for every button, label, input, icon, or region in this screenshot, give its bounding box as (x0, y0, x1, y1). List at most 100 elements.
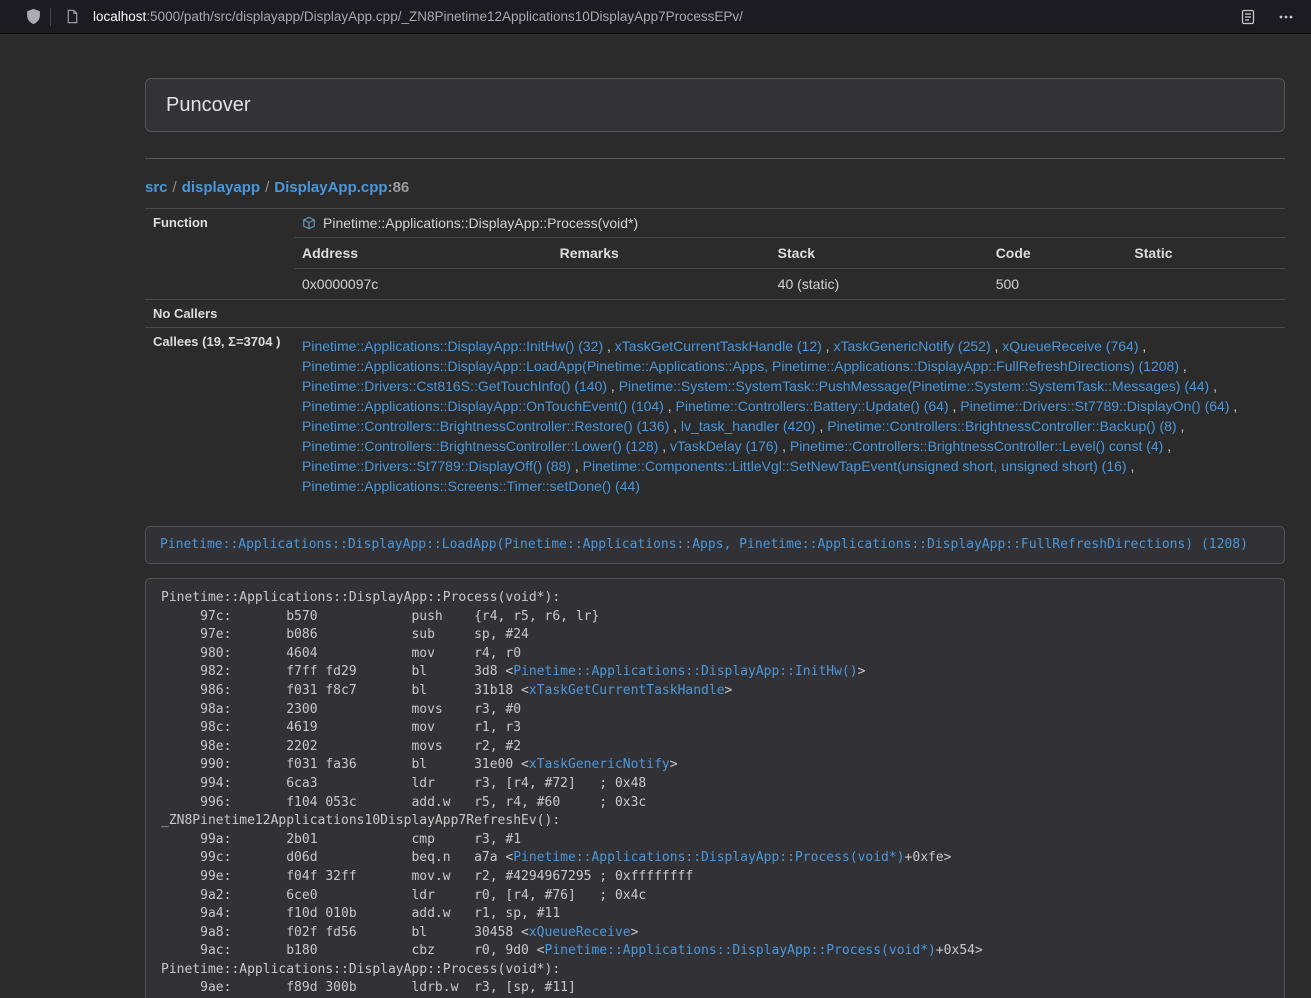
callee-link[interactable]: Pinetime::System::SystemTask::PushMessag… (619, 378, 1210, 394)
asm-text: 97c: b570 push {r4, r5, r6, lr} (161, 609, 599, 624)
symbol-link[interactable]: Pinetime::Applications::DisplayApp::Proc… (513, 850, 904, 865)
breadcrumb-link-file[interactable]: DisplayApp.cpp (274, 179, 387, 196)
callee-link[interactable]: Pinetime::Drivers::St7789::DisplayOn() (… (960, 398, 1229, 414)
callee-link[interactable]: Pinetime::Applications::DisplayApp::Init… (302, 338, 603, 354)
asm-text: > (631, 925, 639, 940)
callee-link[interactable]: Pinetime::Controllers::BrightnessControl… (827, 418, 1176, 434)
symbol-link[interactable]: xTaskGenericNotify (529, 757, 670, 772)
no-callers-label: No Callers (145, 300, 294, 328)
callee-link[interactable]: Pinetime::Controllers::BrightnessControl… (302, 418, 669, 434)
callee-link[interactable]: Pinetime::Components::LittleVgl::SetNewT… (583, 458, 1127, 474)
symbol-link[interactable]: Pinetime::Applications::DisplayApp::Init… (513, 664, 857, 679)
asm-text: > (670, 757, 678, 772)
callees-row: Callees (19, Σ=3704 ) Pinetime::Applicat… (145, 328, 1285, 505)
breadcrumb-link-displayapp[interactable]: displayapp (182, 179, 260, 196)
asm-text: 9ac: b180 cbz r0, 9d0 < (161, 943, 545, 958)
asm-text: 9ae: f89d 300b ldrb.w r3, [sp, #11] (161, 980, 576, 995)
asm-text: 9a2: 6ce0 ldr r0, [r4, #76] ; 0x4c (161, 888, 646, 903)
asm-text: 9a8: f02f fd56 bl 30458 < (161, 925, 529, 940)
url-text: localhost:5000/path/src/displayapp/Displ… (93, 9, 743, 24)
asm-text: 982: f7ff fd29 bl 3d8 < (161, 664, 513, 679)
no-callers-empty-cell (294, 300, 1285, 328)
function-name: Pinetime::Applications::DisplayApp::Proc… (323, 215, 638, 231)
asm-text: _ZN8Pinetime12Applications10DisplayApp7R… (161, 813, 560, 828)
asm-text: +0xfe> (905, 850, 952, 865)
overflow-menu-icon[interactable] (1273, 4, 1299, 30)
stack-value: 40 (static) (770, 269, 988, 300)
asm-text: 980: 4604 mov r4, r0 (161, 646, 521, 661)
symbol-link[interactable]: xTaskGetCurrentTaskHandle (529, 683, 725, 698)
callees-label: Callees (19, Σ=3704 ) (145, 328, 294, 505)
callee-link[interactable]: xQueueReceive (764) (1002, 338, 1138, 354)
asm-text: > (725, 683, 733, 698)
callee-link[interactable]: Pinetime::Controllers::Battery::Update()… (676, 398, 949, 414)
callee-link[interactable]: Pinetime::Drivers::Cst816S::GetTouchInfo… (302, 378, 607, 394)
asm-text: Pinetime::Applications::DisplayApp::Proc… (161, 590, 560, 605)
callee-link[interactable]: vTaskDelay (176) (670, 438, 778, 454)
callees-cell: Pinetime::Applications::DisplayApp::Init… (294, 328, 1285, 505)
browser-chrome: localhost:5000/path/src/displayapp/Displ… (0, 0, 1311, 34)
asm-text: 99e: f04f 32ff mov.w r2, #4294967295 ; 0… (161, 869, 693, 884)
toolbar-right (1235, 4, 1299, 30)
function-table: Function Pinetime::Applications::Display… (145, 208, 1285, 504)
asm-text: 996: f104 053c add.w r5, r4, #60 ; 0x3c (161, 795, 646, 810)
asm-text: 98c: 4619 mov r1, r3 (161, 720, 521, 735)
reader-view-icon[interactable] (1235, 4, 1261, 30)
address-value: 0x0000097c (294, 269, 552, 300)
asm-text: +0x54> (936, 943, 983, 958)
stats-value-row: 0x0000097c 40 (static) 500 (294, 269, 1285, 300)
column-header-remarks: Remarks (552, 238, 770, 269)
tracking-shield-icon[interactable] (20, 4, 46, 30)
symbol-link[interactable]: xQueueReceive (529, 925, 631, 940)
function-label: Function (145, 209, 294, 300)
code-size-value: 500 (988, 269, 1127, 300)
asm-text: 98a: 2300 movs r3, #0 (161, 702, 521, 717)
callee-link[interactable]: Pinetime::Applications::Screens::Timer::… (302, 478, 640, 494)
column-header-stack: Stack (770, 238, 988, 269)
column-header-static: Static (1126, 238, 1285, 269)
breadcrumb-line-number: :86 (388, 179, 410, 196)
disassembly-block: Pinetime::Applications::DisplayApp::Proc… (145, 578, 1285, 998)
app-header: Puncover (145, 78, 1285, 132)
asm-text: 994: 6ca3 ldr r3, [r4, #72] ; 0x48 (161, 776, 646, 791)
url-bar[interactable]: localhost:5000/path/src/displayapp/Displ… (59, 4, 1235, 30)
stats-header-row: Address Remarks Stack Code Static (294, 238, 1285, 269)
asm-text: 986: f031 f8c7 bl 31b18 < (161, 683, 529, 698)
callee-link[interactable]: Pinetime::Drivers::St7789::DisplayOff() … (302, 458, 571, 474)
callee-link[interactable]: Pinetime::Applications::DisplayApp::OnTo… (302, 398, 664, 414)
asm-text: 9a4: f10d 010b add.w r1, sp, #11 (161, 906, 560, 921)
asm-text: > (858, 664, 866, 679)
url-path: :5000/path/src/displayapp/DisplayApp.cpp… (146, 9, 743, 24)
function-row: Function Pinetime::Applications::Display… (145, 209, 1285, 300)
no-callers-row: No Callers (145, 300, 1285, 328)
page-title: Puncover (166, 94, 1264, 116)
header-divider (145, 158, 1285, 159)
symbol-link[interactable]: Pinetime::Applications::DisplayApp::Proc… (545, 943, 936, 958)
asm-text: 98e: 2202 movs r2, #2 (161, 739, 521, 754)
function-stats-table: Address Remarks Stack Code Static 0x0000… (294, 237, 1285, 299)
snippet-panel: Pinetime::Applications::DisplayApp::Load… (145, 526, 1285, 564)
breadcrumb-separator: / (265, 179, 269, 196)
asm-text: 97e: b086 sub sp, #24 (161, 627, 529, 642)
callee-link[interactable]: Pinetime::Controllers::BrightnessControl… (790, 438, 1163, 454)
callee-link[interactable]: xTaskGenericNotify (252) (833, 338, 990, 354)
breadcrumb: src / displayapp / DisplayApp.cpp:86 (145, 179, 1285, 196)
callee-link[interactable]: lv_task_handler (420) (681, 418, 816, 434)
column-header-code: Code (988, 238, 1127, 269)
cube-icon (302, 216, 316, 230)
column-header-address: Address (294, 238, 552, 269)
callee-link[interactable]: Pinetime::Controllers::BrightnessControl… (302, 438, 658, 454)
asm-text: 99a: 2b01 cmp r3, #1 (161, 832, 521, 847)
callee-link[interactable]: xTaskGetCurrentTaskHandle (12) (615, 338, 822, 354)
snippet-link[interactable]: Pinetime::Applications::DisplayApp::Load… (160, 537, 1248, 552)
toolbar-divider (50, 8, 51, 26)
function-title-line: Pinetime::Applications::DisplayApp::Proc… (294, 209, 1285, 237)
callee-link[interactable]: Pinetime::Applications::DisplayApp::Load… (302, 358, 1179, 374)
breadcrumb-link-src[interactable]: src (145, 179, 168, 196)
remarks-value (552, 269, 770, 300)
callees-list: Pinetime::Applications::DisplayApp::Init… (294, 328, 1285, 504)
url-host: localhost (93, 9, 146, 24)
page-icon (59, 4, 85, 30)
breadcrumb-separator: / (173, 179, 177, 196)
function-detail-cell: Pinetime::Applications::DisplayApp::Proc… (294, 209, 1285, 300)
